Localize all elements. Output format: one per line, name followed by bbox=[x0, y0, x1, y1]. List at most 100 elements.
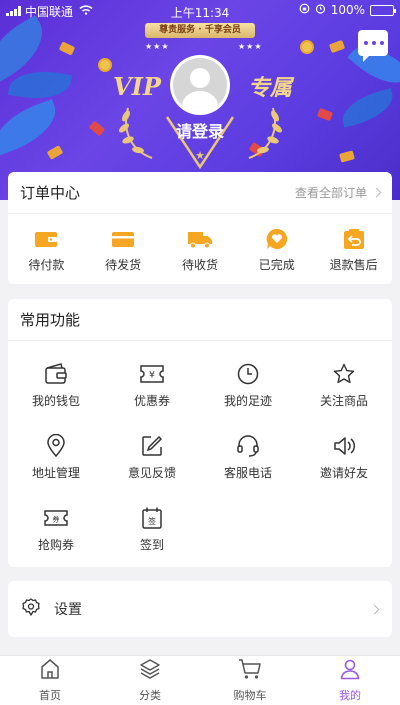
star-icon bbox=[333, 362, 355, 386]
func-label: 优惠券 bbox=[133, 393, 170, 408]
func-coupons[interactable]: ¥ 优惠券 bbox=[104, 349, 200, 421]
avatar-placeholder-icon bbox=[173, 58, 227, 112]
func-address[interactable]: 地址管理 bbox=[8, 421, 104, 493]
status-time: 上午11:34 bbox=[170, 6, 230, 20]
order-pending-shipment[interactable]: 待发货 bbox=[85, 228, 161, 273]
func-label: 关注商品 bbox=[319, 393, 368, 408]
laurel-right-icon bbox=[248, 107, 282, 159]
tab-label: 购物车 bbox=[233, 689, 267, 702]
stars-decoration: ★★★ bbox=[238, 42, 263, 51]
location-icon bbox=[46, 433, 66, 458]
svg-text:签: 签 bbox=[148, 516, 156, 526]
func-my-wallet[interactable]: 我的钱包 bbox=[8, 349, 104, 421]
svg-text:¥: ¥ bbox=[149, 370, 155, 380]
common-functions-card: 常用功能 我的钱包 ¥ 优惠券 我的足迹 关注商品 地址管理 意见反馈 客服电话… bbox=[8, 299, 392, 567]
stars-decoration: ★★★ bbox=[145, 42, 170, 51]
view-all-orders-label: 查看全部订单 bbox=[294, 186, 367, 200]
layers-icon bbox=[139, 658, 161, 684]
login-link[interactable]: 请登录 bbox=[166, 118, 234, 142]
order-item-label: 待发货 bbox=[105, 258, 142, 272]
bill-decoration bbox=[58, 41, 76, 56]
ticket-icon: 券 bbox=[43, 506, 69, 530]
tab-home[interactable]: 首页 bbox=[0, 656, 100, 705]
svg-text:★: ★ bbox=[195, 149, 205, 162]
settings-label: 设置 bbox=[54, 602, 82, 618]
box-icon bbox=[111, 228, 135, 250]
func-invite-friends[interactable]: 邀请好友 bbox=[296, 421, 392, 493]
exclusive-title: 专属 bbox=[248, 75, 293, 101]
view-all-orders-link[interactable]: 查看全部订单 bbox=[294, 184, 382, 201]
chevron-right-icon bbox=[371, 187, 382, 198]
battery-percent: 100% bbox=[330, 3, 365, 17]
orientation-lock-icon bbox=[299, 3, 310, 17]
order-item-label: 退款售后 bbox=[329, 258, 378, 272]
clock-icon bbox=[237, 362, 259, 386]
order-pending-receipt[interactable]: 待收货 bbox=[162, 228, 238, 273]
common-functions-title: 常用功能 bbox=[20, 311, 81, 329]
user-icon bbox=[339, 658, 361, 684]
bill-decoration bbox=[328, 39, 346, 54]
func-feedback[interactable]: 意见反馈 bbox=[104, 421, 200, 493]
order-center-title: 订单中心 bbox=[20, 184, 81, 202]
tab-category[interactable]: 分类 bbox=[100, 656, 200, 705]
order-pending-payment[interactable]: 待付款 bbox=[8, 228, 84, 273]
bill-decoration bbox=[88, 120, 106, 137]
bill-decoration bbox=[316, 107, 334, 122]
func-label: 意见反馈 bbox=[127, 465, 176, 480]
home-icon bbox=[39, 658, 61, 684]
tab-label: 首页 bbox=[39, 689, 61, 702]
wallet-outline-icon bbox=[44, 362, 68, 386]
wallet-icon bbox=[34, 228, 58, 250]
coupon-icon: ¥ bbox=[139, 362, 165, 386]
func-label: 我的钱包 bbox=[31, 393, 80, 408]
order-center-card: 订单中心 查看全部订单 待付款 待发货 待收货 已完成 退款售后 bbox=[8, 172, 392, 284]
common-functions-header: 常用功能 bbox=[8, 299, 392, 341]
message-icon[interactable] bbox=[358, 30, 388, 62]
tab-bar: 首页 分类 购物车 我的 bbox=[0, 655, 400, 705]
speaker-icon bbox=[332, 434, 356, 458]
func-check-in[interactable]: 签 签到 bbox=[104, 493, 200, 565]
func-label: 签到 bbox=[139, 537, 164, 552]
status-bar: 中国联通 上午11:34 100% bbox=[0, 0, 400, 22]
heart-chat-icon bbox=[266, 228, 288, 250]
func-followed-products[interactable]: 关注商品 bbox=[296, 349, 392, 421]
func-label: 邀请好友 bbox=[319, 465, 368, 480]
coin-decoration bbox=[300, 40, 314, 54]
profile-header: 中国联通 上午11:34 100% 尊贵服务 · 千享会员 ★★★ ★★★ VI… bbox=[0, 0, 400, 200]
tab-label: 分类 bbox=[139, 689, 161, 702]
tab-mine[interactable]: 我的 bbox=[300, 656, 400, 705]
bill-decoration bbox=[339, 150, 355, 163]
tab-label: 我的 bbox=[339, 689, 361, 702]
vip-ribbon: 尊贵服务 · 千享会员 bbox=[145, 23, 255, 38]
leaf-decoration bbox=[7, 65, 73, 105]
func-label: 抢购券 bbox=[37, 537, 74, 552]
func-label: 客服电话 bbox=[223, 465, 272, 480]
tab-cart[interactable]: 购物车 bbox=[200, 656, 300, 705]
func-flash-coupons[interactable]: 券 抢购券 bbox=[8, 493, 104, 565]
coin-decoration bbox=[98, 58, 112, 72]
battery-icon bbox=[370, 4, 396, 16]
edit-icon bbox=[141, 434, 163, 458]
func-customer-service[interactable]: 客服电话 bbox=[200, 421, 296, 493]
order-item-label: 待付款 bbox=[28, 258, 65, 272]
order-item-label: 待收货 bbox=[181, 258, 218, 272]
calendar-icon: 签 bbox=[141, 506, 163, 530]
truck-icon bbox=[187, 228, 213, 250]
func-label: 地址管理 bbox=[31, 465, 80, 480]
leaf-decoration bbox=[337, 88, 398, 128]
cart-icon bbox=[238, 658, 262, 684]
func-label: 我的足迹 bbox=[223, 393, 272, 408]
svg-text:券: 券 bbox=[53, 514, 60, 523]
laurel-left-icon bbox=[119, 107, 153, 159]
order-center-header: 订单中心 查看全部订单 bbox=[8, 172, 392, 214]
order-item-label: 已完成 bbox=[258, 258, 295, 272]
order-completed[interactable]: 已完成 bbox=[239, 228, 315, 273]
func-footprints[interactable]: 我的足迹 bbox=[200, 349, 296, 421]
settings-row[interactable]: 设置 bbox=[8, 581, 392, 637]
order-refund[interactable]: 退款售后 bbox=[316, 228, 392, 273]
avatar[interactable] bbox=[170, 55, 230, 115]
headset-icon bbox=[236, 434, 260, 458]
refund-icon bbox=[343, 228, 365, 250]
alarm-icon bbox=[315, 3, 326, 17]
bill-decoration bbox=[46, 145, 64, 160]
